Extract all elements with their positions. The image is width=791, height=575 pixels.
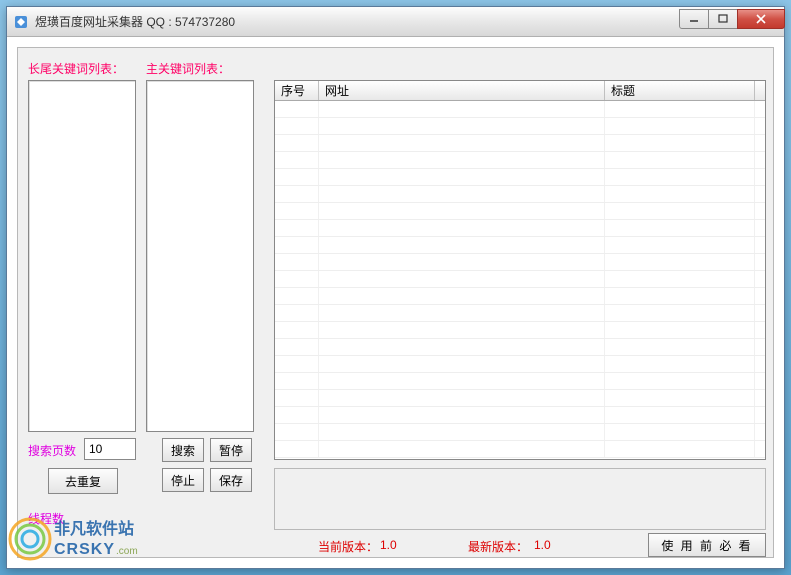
- status-panel: [274, 468, 766, 530]
- table-row: [275, 288, 765, 305]
- table-row: [275, 271, 765, 288]
- col-index[interactable]: 序号: [275, 81, 319, 100]
- table-row: [275, 322, 765, 339]
- save-button[interactable]: 保存: [210, 468, 252, 492]
- close-button[interactable]: [737, 9, 785, 29]
- grid-body: [275, 101, 765, 459]
- pause-button[interactable]: 暂停: [210, 438, 252, 462]
- latest-version-label: 最新版本：: [468, 538, 528, 555]
- table-row: [275, 135, 765, 152]
- table-row: [275, 390, 765, 407]
- latest-version-value: 1.0: [534, 538, 551, 552]
- longtail-keywords-label: 长尾关键词列表：: [28, 60, 124, 77]
- main-keywords-listbox[interactable]: [146, 80, 254, 432]
- app-icon: [13, 14, 29, 30]
- app-window: 煜璜百度网址采集器 QQ : 574737280 长尾关键词列表： 主关键词列表…: [6, 6, 785, 569]
- col-url[interactable]: 网址: [319, 81, 605, 100]
- table-row: [275, 203, 765, 220]
- titlebar: 煜璜百度网址采集器 QQ : 574737280: [7, 7, 784, 37]
- table-row: [275, 441, 765, 458]
- table-row: [275, 118, 765, 135]
- threads-label: 线程数: [28, 510, 64, 527]
- minimize-button[interactable]: [679, 9, 709, 29]
- current-version-label: 当前版本：: [318, 538, 378, 555]
- main-keywords-label: 主关键词列表：: [146, 60, 230, 77]
- table-row: [275, 373, 765, 390]
- search-button[interactable]: 搜索: [162, 438, 204, 462]
- search-pages-input[interactable]: [84, 438, 136, 460]
- table-row: [275, 305, 765, 322]
- table-row: [275, 186, 765, 203]
- table-row: [275, 220, 765, 237]
- grid-header: 序号 网址 标题: [275, 81, 765, 101]
- current-version-value: 1.0: [380, 538, 397, 552]
- table-row: [275, 407, 765, 424]
- table-row: [275, 152, 765, 169]
- client-area: 长尾关键词列表： 主关键词列表： 搜索页数 去重复 搜索 暂停 停止 保存 线程…: [17, 47, 774, 558]
- col-title[interactable]: 标题: [605, 81, 755, 100]
- maximize-button[interactable]: [708, 9, 738, 29]
- window-title: 煜璜百度网址采集器 QQ : 574737280: [35, 13, 679, 30]
- table-row: [275, 169, 765, 186]
- window-controls: [679, 11, 784, 33]
- results-grid[interactable]: 序号 网址 标题: [274, 80, 766, 460]
- stop-button[interactable]: 停止: [162, 468, 204, 492]
- search-pages-label: 搜索页数: [28, 442, 76, 459]
- must-read-button[interactable]: 使 用 前 必 看: [648, 533, 766, 557]
- table-row: [275, 101, 765, 118]
- table-row: [275, 254, 765, 271]
- dedup-button[interactable]: 去重复: [48, 468, 118, 494]
- longtail-keywords-listbox[interactable]: [28, 80, 136, 432]
- table-row: [275, 356, 765, 373]
- table-row: [275, 237, 765, 254]
- table-row: [275, 424, 765, 441]
- table-row: [275, 339, 765, 356]
